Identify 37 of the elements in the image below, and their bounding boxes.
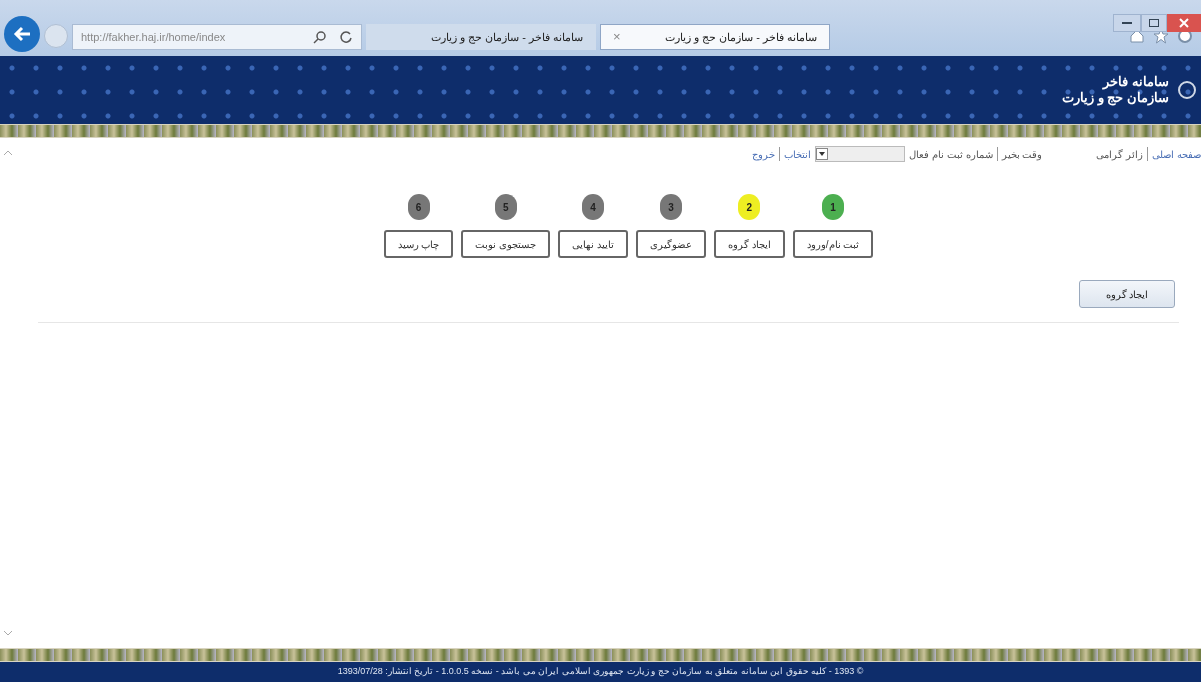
browser-tab[interactable]: سامانه فاخر - سازمان حج و زیارت: [366, 24, 596, 50]
step-button[interactable]: چاپ رسید: [383, 230, 454, 258]
home-link[interactable]: صفحه اصلی: [1152, 146, 1201, 162]
site-title: سامانه فاخر: [1101, 73, 1169, 90]
step-button[interactable]: ثبت نام/ورود: [792, 230, 874, 258]
step-number: 2: [738, 194, 761, 220]
step-button[interactable]: ایجاد گروه: [714, 230, 785, 258]
dropdown-caret-icon[interactable]: [816, 148, 829, 160]
step-button[interactable]: تایید نهایی: [558, 230, 628, 258]
create-group-button[interactable]: ایجاد گروه: [1079, 280, 1175, 308]
greeting-suffix: وقت بخیر: [1001, 147, 1043, 162]
scroll-up-icon[interactable]: [3, 150, 13, 156]
site-subtitle: سازمان حج و زیارت: [1062, 90, 1169, 107]
restore-button[interactable]: [1141, 14, 1167, 32]
scroll-down-icon[interactable]: [3, 630, 13, 636]
registration-label: شماره ثبت نام فعال: [909, 147, 993, 162]
step-button[interactable]: عضوگیری: [636, 230, 706, 258]
step-number: 6: [407, 194, 430, 220]
back-button[interactable]: [4, 16, 40, 52]
close-tab-button[interactable]: ×: [613, 27, 621, 47]
step-number: 4: [582, 194, 605, 220]
close-icon: [1179, 18, 1189, 28]
select-link[interactable]: انتخاب: [784, 146, 812, 162]
footer-text: © 1393 - کلیه حقوق این سامانه متعلق به سازمان حج و زیارت جمهوری اسلامی ایران می باشد - نسخه 1.0.0.5 - تاریخ انتشار: 1393/07/28: [337, 665, 864, 679]
step-button[interactable]: جستجوی نوبت: [461, 230, 551, 258]
browser-tab[interactable]: سامانه فاخر - سازمان حج و زیارت ×: [600, 24, 830, 50]
minimize-button[interactable]: [1113, 14, 1141, 32]
logout-link[interactable]: خروج: [752, 146, 776, 162]
address-text: http://fakher.haj.ir/home/index: [81, 29, 227, 45]
refresh-icon[interactable]: [339, 30, 353, 44]
step-number: 5: [494, 194, 517, 220]
step-number: 1: [822, 194, 845, 220]
greeting-prefix: زائر گرامی: [1096, 147, 1144, 162]
back-arrow-icon: [13, 26, 31, 42]
step-number: 3: [660, 194, 682, 220]
close-window-button[interactable]: [1167, 14, 1201, 32]
search-icon[interactable]: [313, 30, 327, 44]
